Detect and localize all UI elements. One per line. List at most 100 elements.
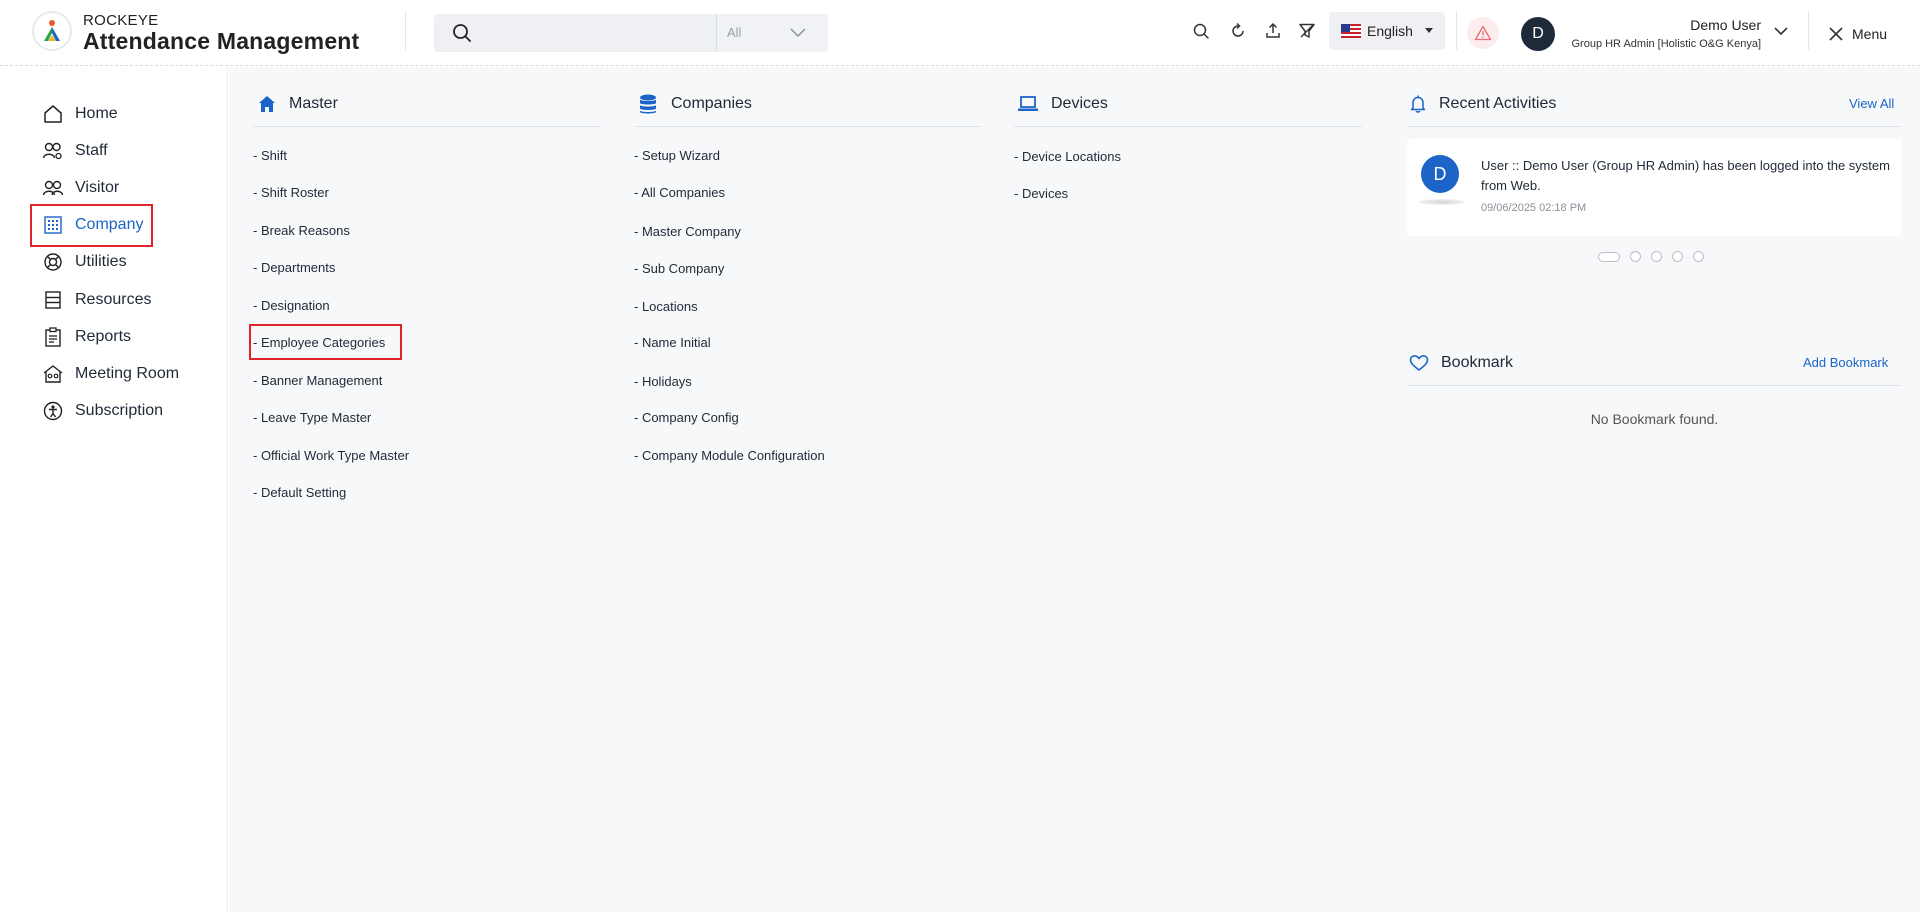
pager-dot[interactable] — [1672, 251, 1683, 262]
pager-dot[interactable] — [1693, 251, 1704, 262]
menu-link-setup-wizard[interactable]: - Setup Wizard — [634, 148, 720, 163]
sidebar-item-label: Resources — [75, 291, 152, 308]
header-divider — [1456, 12, 1457, 50]
sidebar-item-label: Utilities — [75, 253, 127, 270]
mega-menu-panel: Master - Shift - Shift Roster - Break Re… — [229, 67, 1920, 912]
activity-pager — [1598, 251, 1704, 262]
menu-link-company-module-configuration[interactable]: - Company Module Configuration — [634, 448, 825, 463]
bookmark-title: Bookmark — [1441, 354, 1514, 371]
divider — [253, 126, 601, 127]
heart-icon — [1409, 355, 1429, 371]
bell-icon — [1410, 95, 1426, 113]
menu-link-shift-roster[interactable]: - Shift Roster — [253, 185, 329, 200]
chevron-down-icon — [790, 28, 806, 38]
menu-link-official-work-type-master[interactable]: - Official Work Type Master — [253, 448, 409, 463]
utilities-icon — [42, 251, 64, 273]
subscription-icon — [42, 400, 64, 422]
menu-link-leave-type-master[interactable]: - Leave Type Master — [253, 410, 371, 425]
menu-label: Menu — [1852, 26, 1888, 42]
language-selector[interactable]: English — [1329, 12, 1445, 50]
laptop-icon — [1018, 96, 1038, 111]
meeting-room-icon — [42, 363, 64, 385]
search-scope-select[interactable]: All — [716, 14, 828, 52]
companies-section-header: Companies — [637, 91, 752, 117]
sidebar-item-label: Visitor — [75, 179, 120, 196]
chevron-down-icon[interactable] — [1773, 25, 1789, 37]
close-icon — [1829, 27, 1843, 41]
menu-link-devices[interactable]: - Devices — [1014, 186, 1068, 201]
menu-button[interactable]: Menu — [1828, 24, 1887, 44]
menu-link-shift[interactable]: - Shift — [253, 148, 287, 163]
master-title: Master — [289, 95, 338, 112]
sidebar-item-staff[interactable]: Staff — [42, 138, 108, 164]
warning-icon — [1474, 25, 1492, 41]
menu-link-master-company[interactable]: - Master Company — [634, 224, 741, 239]
sidebar-item-utilities[interactable]: Utilities — [42, 249, 127, 275]
employee-categories-highlight-box — [249, 324, 402, 360]
bookmark-empty-message: No Bookmark found. — [1590, 411, 1719, 427]
user-avatar[interactable]: D — [1521, 17, 1555, 51]
refresh-icon[interactable] — [1227, 20, 1249, 42]
caret-down-icon — [1425, 28, 1433, 33]
resources-icon — [42, 289, 64, 311]
header-divider — [405, 12, 406, 50]
app-title: Attendance Management — [83, 28, 360, 54]
search-action-icon[interactable] — [1190, 20, 1212, 42]
sidebar-item-reports[interactable]: Reports — [42, 324, 131, 350]
menu-link-locations[interactable]: - Locations — [634, 299, 698, 314]
add-bookmark-link[interactable]: Add Bookmark — [1803, 355, 1888, 370]
view-all-link[interactable]: View All — [1849, 96, 1894, 111]
pager-dot[interactable] — [1598, 251, 1620, 262]
menu-link-company-config[interactable]: - Company Config — [634, 410, 739, 425]
sidebar-item-subscription[interactable]: Subscription — [42, 398, 163, 424]
companies-title: Companies — [671, 95, 752, 112]
sidebar-item-resources[interactable]: Resources — [42, 287, 151, 313]
user-role: Group HR Admin [Holistic O&G Kenya] — [1571, 38, 1761, 50]
pager-dot[interactable] — [1651, 251, 1662, 262]
clear-filter-icon[interactable] — [1296, 20, 1318, 42]
sidebar: Home Staff Visitor Company Utilities Res… — [0, 67, 228, 912]
master-section-header: Master — [257, 91, 338, 117]
divider — [1014, 126, 1362, 127]
activity-text: User :: Demo User (Group HR Admin) has b… — [1481, 158, 1890, 193]
sidebar-item-home[interactable]: Home — [42, 101, 118, 127]
menu-link-designation[interactable]: - Designation — [253, 298, 330, 313]
alerts-button[interactable] — [1467, 17, 1499, 49]
menu-link-name-initial[interactable]: - Name Initial — [634, 335, 711, 350]
sidebar-item-visitor[interactable]: Visitor — [42, 175, 119, 201]
sidebar-item-label: Staff — [75, 142, 108, 159]
top-header: ROCKEYE Attendance Management All Englis… — [0, 0, 1920, 66]
pager-dot[interactable] — [1630, 251, 1641, 262]
search-icon — [453, 24, 471, 42]
activity-avatar: D — [1421, 155, 1459, 193]
house-icon — [259, 96, 275, 112]
devices-section-header: Devices — [1017, 91, 1108, 117]
menu-link-break-reasons[interactable]: - Break Reasons — [253, 223, 350, 238]
menu-link-sub-company[interactable]: - Sub Company — [634, 261, 724, 276]
sidebar-item-label: Subscription — [75, 402, 164, 419]
menu-link-default-setting[interactable]: - Default Setting — [253, 485, 346, 500]
devices-title: Devices — [1051, 95, 1108, 112]
menu-link-banner-management[interactable]: - Banner Management — [253, 373, 382, 388]
reports-icon — [42, 326, 64, 348]
sidebar-item-label: Reports — [75, 328, 132, 345]
menu-link-all-companies[interactable]: - All Companies — [634, 185, 725, 200]
us-flag-icon — [1341, 24, 1361, 38]
sidebar-item-meeting-room[interactable]: Meeting Room — [42, 361, 179, 387]
menu-link-departments[interactable]: - Departments — [253, 260, 335, 275]
recent-activities-title: Recent Activities — [1439, 95, 1557, 112]
header-divider — [1808, 12, 1809, 50]
company-highlight-box — [30, 204, 153, 247]
database-icon — [640, 94, 656, 114]
user-name[interactable]: Demo User — [1690, 17, 1761, 33]
language-label: English — [1367, 23, 1413, 39]
activity-card[interactable]: D User :: Demo User (Group HR Admin) has… — [1407, 139, 1902, 236]
activity-timestamp: 09/06/2025 02:18 PM — [1481, 202, 1587, 214]
app-logo[interactable] — [32, 11, 72, 51]
menu-link-holidays[interactable]: - Holidays — [634, 374, 692, 389]
upload-icon[interactable] — [1262, 20, 1284, 42]
sidebar-item-label: Meeting Room — [75, 365, 180, 382]
menu-link-device-locations[interactable]: - Device Locations — [1014, 149, 1121, 164]
home-icon — [42, 103, 64, 125]
staff-icon — [42, 140, 64, 162]
